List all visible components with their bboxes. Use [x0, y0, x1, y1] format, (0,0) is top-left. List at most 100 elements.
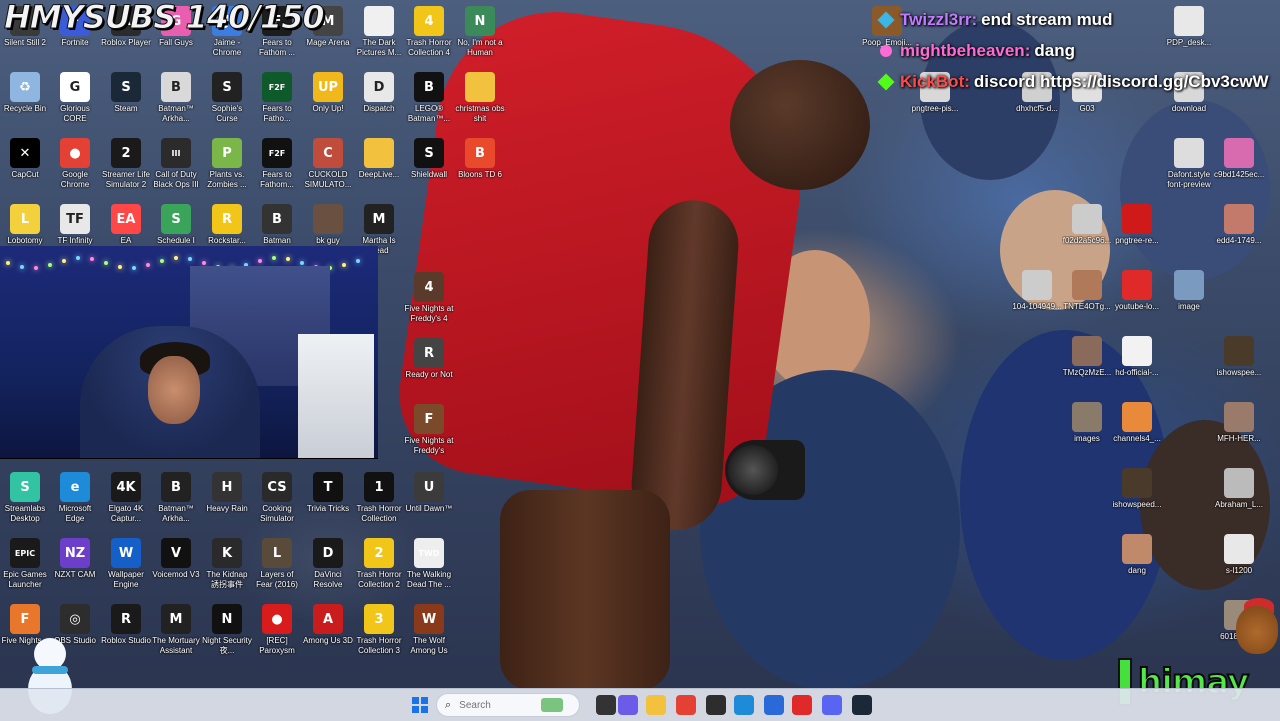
desktop-shortcut[interactable]: W The Wolf Among Us [404, 604, 454, 656]
desktop-shortcut[interactable]: U Until Dawn™ [404, 472, 454, 514]
desktop-shortcut[interactable]: TNTE4OTg... [1062, 270, 1112, 312]
desktop-shortcut[interactable]: ishowspee... [1214, 336, 1264, 378]
desktop-shortcut[interactable]: R Rockstar... [202, 204, 252, 246]
desktop-shortcut[interactable]: 3 Trash Horror Collection 3 [354, 604, 404, 656]
desktop-shortcut[interactable]: TWD The Walking Dead The ... [404, 538, 454, 590]
task-view-icon[interactable] [596, 695, 616, 715]
discord-icon[interactable] [822, 695, 842, 715]
desktop-shortcut[interactable]: UP Only Up! [303, 72, 353, 114]
obs-icon[interactable] [706, 695, 726, 715]
desktop-shortcut[interactable]: N No, I'm not a Human [455, 6, 505, 58]
desktop-shortcut[interactable]: W Wallpaper Engine [101, 538, 151, 590]
desktop-shortcut[interactable]: TF TF Infinity [50, 204, 100, 246]
desktop-shortcut-label: Jaime - Chrome [212, 38, 242, 57]
desktop-shortcut[interactable]: Dafont.style font-preview [1164, 138, 1214, 190]
windows-start-icon[interactable] [410, 695, 430, 715]
desktop-shortcut[interactable]: dang [1112, 534, 1162, 576]
desktop-shortcut[interactable]: S Shieldwall [404, 138, 454, 180]
steam-icon[interactable] [852, 695, 872, 715]
desktop-shortcut[interactable]: christmas obs shit [455, 72, 505, 124]
desktop-shortcut[interactable]: ✕ CapCut [0, 138, 50, 180]
desktop-shortcut[interactable]: N Night Security 夜... [202, 604, 252, 656]
desktop-shortcut-label: Elgato 4K Captur... [108, 504, 144, 523]
desktop-shortcut[interactable]: L Layers of Fear (2016) [252, 538, 302, 590]
desktop-shortcut[interactable]: F2F Fears to Fathom... [252, 138, 302, 190]
desktop-shortcut[interactable]: 4 Five Nights at Freddy's 4 [404, 272, 454, 324]
desktop-shortcut[interactable]: Abraham_L... [1214, 468, 1264, 510]
game-icon: F [10, 604, 40, 634]
desktop-shortcut[interactable]: TMzQzMzE... [1062, 336, 1112, 378]
desktop-shortcut[interactable]: B LEGO® Batman™... [404, 72, 454, 124]
desktop-shortcut[interactable]: DeepLive... [354, 138, 404, 180]
desktop-shortcut[interactable]: III Call of Duty Black Ops III [151, 138, 201, 190]
desktop-shortcut[interactable]: edd4-1749... [1214, 204, 1264, 246]
desktop-shortcut[interactable]: D DaVinci Resolve [303, 538, 353, 590]
desktop-shortcut[interactable]: A Among Us 3D [303, 604, 353, 646]
chrome-icon[interactable] [676, 695, 696, 715]
copilot-icon[interactable] [618, 695, 638, 715]
desktop-shortcut[interactable]: MFH-HER... [1214, 402, 1264, 444]
edge-icon[interactable] [734, 695, 754, 715]
desktop-shortcut[interactable]: 4K Elgato 4K Captur... [101, 472, 151, 524]
youtube-icon[interactable] [792, 695, 812, 715]
desktop-shortcut[interactable]: S Streamlabs Desktop [0, 472, 50, 524]
desktop-shortcut[interactable]: 1 Trash Horror Collection [354, 472, 404, 524]
desktop-shortcut[interactable]: ● [REC] Paroxysm [252, 604, 302, 656]
desktop-shortcut[interactable]: F Five Nights at Freddy's [404, 404, 454, 456]
desktop-shortcut-label: G03 [1079, 104, 1095, 113]
desktop-shortcut[interactable]: ♻ Recycle Bin [0, 72, 50, 114]
desktop-shortcut[interactable]: S Schedule I [151, 204, 201, 246]
desktop-shortcut-label: Call of Duty Black Ops III [153, 170, 199, 189]
desktop-shortcut[interactable]: c9bd1425ec... [1214, 138, 1264, 180]
desktop-shortcut[interactable]: L Lobotomy [0, 204, 50, 246]
file-explorer-icon[interactable] [646, 695, 666, 715]
desktop-shortcut[interactable]: image [1164, 270, 1214, 312]
desktop-shortcut[interactable]: pngtree-re... [1112, 204, 1162, 246]
desktop-shortcut[interactable]: CS Cooking Simulator [252, 472, 302, 524]
desktop-shortcut[interactable]: The Dark Pictures M... [354, 6, 404, 58]
desktop-shortcut[interactable]: 104-104949... [1012, 270, 1062, 312]
desktop-shortcut[interactable]: R Ready or Not [404, 338, 454, 380]
desktop-shortcut-label: Microsoft Edge [58, 504, 92, 523]
desktop-shortcut[interactable]: 2 Trash Horror Collection 2 [354, 538, 404, 590]
desktop-shortcut[interactable]: K The Kidnap 誘拐事件 [202, 538, 252, 590]
desktop-shortcut[interactable]: EPIC Epic Games Launcher [0, 538, 50, 590]
desktop-shortcut[interactable]: hd-official-... [1112, 336, 1162, 378]
desktop-shortcut[interactable]: M The Mortuary Assistant [151, 604, 201, 656]
desktop-shortcut[interactable]: R Roblox Studio [101, 604, 151, 646]
desktop-shortcut[interactable]: EA EA [101, 204, 151, 246]
desktop-shortcut[interactable]: F2F Fears to Fatho... [252, 72, 302, 124]
desktop-shortcut[interactable]: ● Google Chrome [50, 138, 100, 190]
desktop-shortcut-label: Trash Horror Collection 4 [406, 38, 452, 57]
desktop-shortcut[interactable]: 4 Trash Horror Collection 4 [404, 6, 454, 58]
string-light-bulb [6, 261, 10, 265]
desktop-shortcut[interactable]: D Dispatch [354, 72, 404, 114]
desktop-shortcut[interactable]: B Batman™ Arkha... [151, 72, 201, 124]
search-input[interactable] [457, 698, 542, 712]
desktop-shortcut[interactable]: f02d2a5c96... [1062, 204, 1112, 246]
desktop-shortcut[interactable]: H Heavy Rain [202, 472, 252, 514]
desktop-shortcut[interactable]: youtube-lo... [1112, 270, 1162, 312]
desktop-shortcut[interactable]: s-l1200 [1214, 534, 1264, 576]
desktop-shortcut[interactable]: bk guy [303, 204, 353, 246]
desktop-shortcut[interactable]: images [1062, 402, 1112, 444]
desktop-shortcut[interactable]: C CUCKOLD SIMULATO... [303, 138, 353, 190]
desktop-shortcut-label: f02d2a5c96... [1062, 236, 1112, 245]
desktop-shortcut[interactable]: 2 Streamer Life Simulator 2 [101, 138, 151, 190]
taskbar-search[interactable]: ⌕ [436, 693, 580, 717]
desktop-shortcut[interactable]: e Microsoft Edge [50, 472, 100, 524]
edge-icon: e [60, 472, 90, 502]
desktop-shortcut[interactable]: P Plants vs. Zombies ... [202, 138, 252, 190]
game-icon: L [262, 538, 292, 568]
store-icon[interactable] [764, 695, 784, 715]
desktop-shortcut[interactable]: V Voicemod V3 [151, 538, 201, 580]
desktop-shortcut[interactable]: S Steam [101, 72, 151, 114]
desktop-shortcut[interactable]: B Bloons TD 6 [455, 138, 505, 180]
desktop-shortcut[interactable]: channels4_... [1112, 402, 1162, 444]
desktop-shortcut[interactable]: NZ NZXT CAM [50, 538, 100, 580]
desktop-shortcut[interactable]: S Sophie's Curse [202, 72, 252, 124]
desktop-shortcut[interactable]: B Batman™ Arkha... [151, 472, 201, 524]
desktop-shortcut[interactable]: ishowspeed... [1112, 468, 1162, 510]
desktop-shortcut[interactable]: T Trivia Tricks [303, 472, 353, 514]
desktop-shortcut[interactable]: G Glorious CORE [50, 72, 100, 124]
